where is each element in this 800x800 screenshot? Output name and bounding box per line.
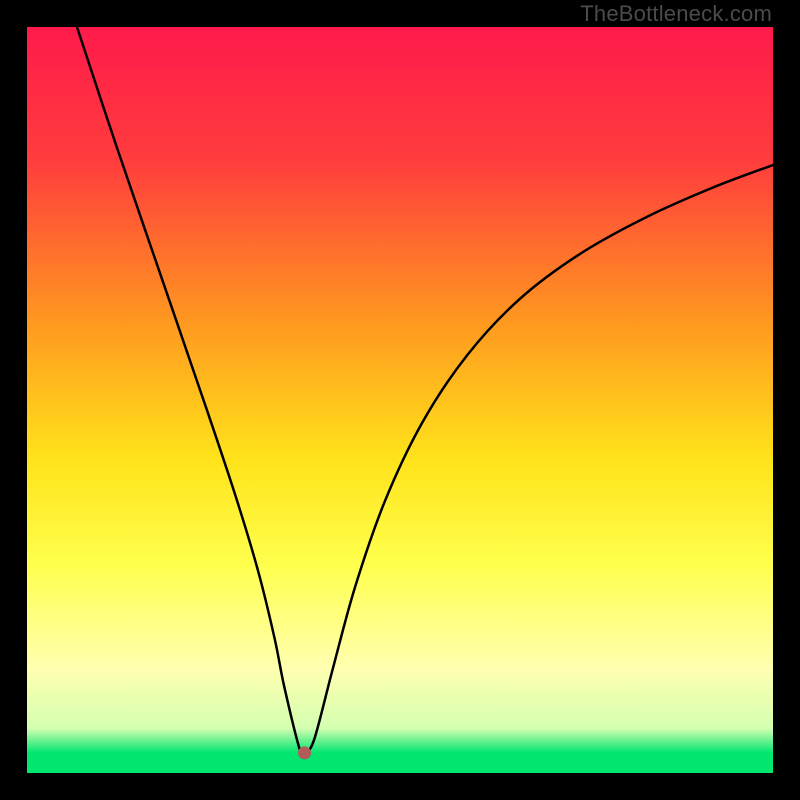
plot-svg [27, 27, 773, 773]
optimum-marker [298, 746, 311, 759]
gradient-background [27, 27, 773, 773]
chart-frame: TheBottleneck.com [0, 0, 800, 800]
plot-area [27, 27, 773, 773]
watermark-text: TheBottleneck.com [580, 0, 772, 28]
